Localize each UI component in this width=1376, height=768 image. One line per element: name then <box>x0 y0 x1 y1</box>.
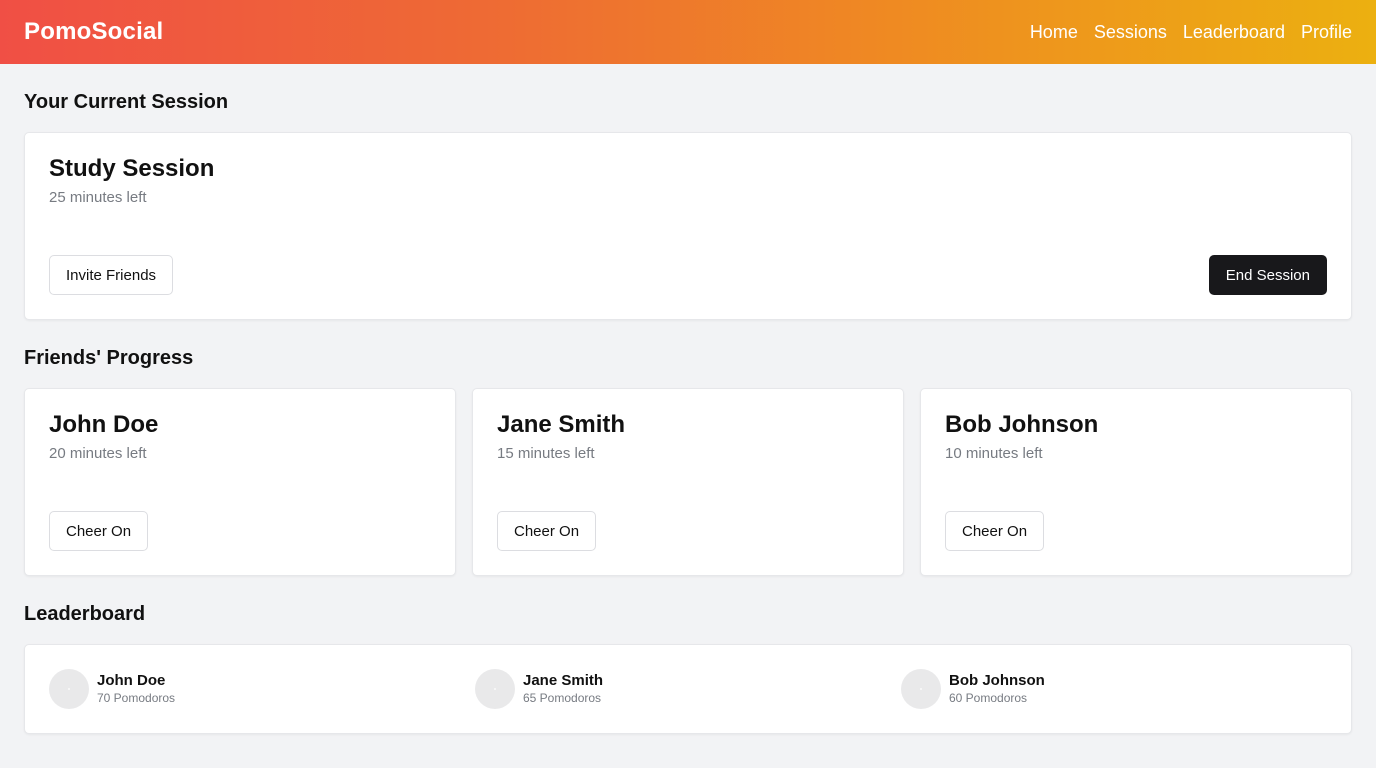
nav-leaderboard-link[interactable]: Leaderboard <box>1183 22 1285 43</box>
nav-sessions-link[interactable]: Sessions <box>1094 22 1167 43</box>
friend-time-left: 20 minutes left <box>49 445 147 462</box>
cheer-on-button[interactable]: Cheer On <box>497 511 597 551</box>
leaderboard-score: 65 Pomodoros <box>523 691 602 705</box>
leaderboard-entry-text: Bob Johnson 60 Pomodoros <box>949 672 1045 706</box>
friends-progress-list: John Doe 20 minutes left Cheer On Jane S… <box>24 388 1352 576</box>
leaderboard-card: John Doe 70 Pomodoros Jane Smith 65 Pomo… <box>24 644 1352 734</box>
end-session-button[interactable]: End Session <box>1208 255 1327 295</box>
nav-profile-link[interactable]: Profile <box>1301 22 1352 43</box>
invite-friends-button[interactable]: Invite Friends <box>49 255 174 295</box>
leaderboard-name: John Doe <box>97 672 166 689</box>
leaderboard-name: Bob Johnson <box>949 672 1045 689</box>
avatar <box>901 669 941 709</box>
leaderboard-entry[interactable]: Bob Johnson 60 Pomodoros <box>901 669 1327 709</box>
friend-time-left: 10 minutes left <box>945 445 1043 462</box>
current-session-heading: Your Current Session <box>24 91 229 113</box>
nav-home-link[interactable]: Home <box>1030 22 1078 43</box>
friends-progress-heading: Friends' Progress <box>24 347 194 369</box>
leaderboard-score: 60 Pomodoros <box>949 691 1028 705</box>
main-content: Your Current Session Study Session 25 mi… <box>0 90 1376 734</box>
friend-name: John Doe <box>49 411 159 438</box>
leaderboard-score: 70 Pomodoros <box>97 691 176 705</box>
avatar <box>49 669 89 709</box>
session-title: Study Session <box>49 155 215 182</box>
leaderboard-name: Jane Smith <box>523 672 604 689</box>
friend-card: Bob Johnson 10 minutes left Cheer On <box>920 388 1352 576</box>
leaderboard-entry[interactable]: Jane Smith 65 Pomodoros <box>475 669 901 709</box>
session-time-left: 25 minutes left <box>49 189 147 206</box>
brand-logo[interactable]: PomoSocial <box>24 18 163 46</box>
friend-card: John Doe 20 minutes left Cheer On <box>24 388 456 576</box>
leaderboard-heading: Leaderboard <box>24 603 146 625</box>
leaderboard-entry[interactable]: John Doe 70 Pomodoros <box>49 669 475 709</box>
cheer-on-button[interactable]: Cheer On <box>945 511 1045 551</box>
friend-time-left: 15 minutes left <box>497 445 595 462</box>
current-session-card: Study Session 25 minutes left Invite Fri… <box>24 132 1352 320</box>
friend-name: Bob Johnson <box>945 411 1099 438</box>
leaderboard-entry-text: Jane Smith 65 Pomodoros <box>523 672 603 706</box>
friend-name: Jane Smith <box>497 411 626 438</box>
friend-card: Jane Smith 15 minutes left Cheer On <box>472 388 904 576</box>
cheer-on-button[interactable]: Cheer On <box>49 511 149 551</box>
avatar <box>475 669 515 709</box>
top-bar: PomoSocial Home Sessions Leaderboard Pro… <box>0 0 1376 64</box>
leaderboard-entry-text: John Doe 70 Pomodoros <box>97 672 175 706</box>
main-nav: Home Sessions Leaderboard Profile <box>1030 22 1352 43</box>
